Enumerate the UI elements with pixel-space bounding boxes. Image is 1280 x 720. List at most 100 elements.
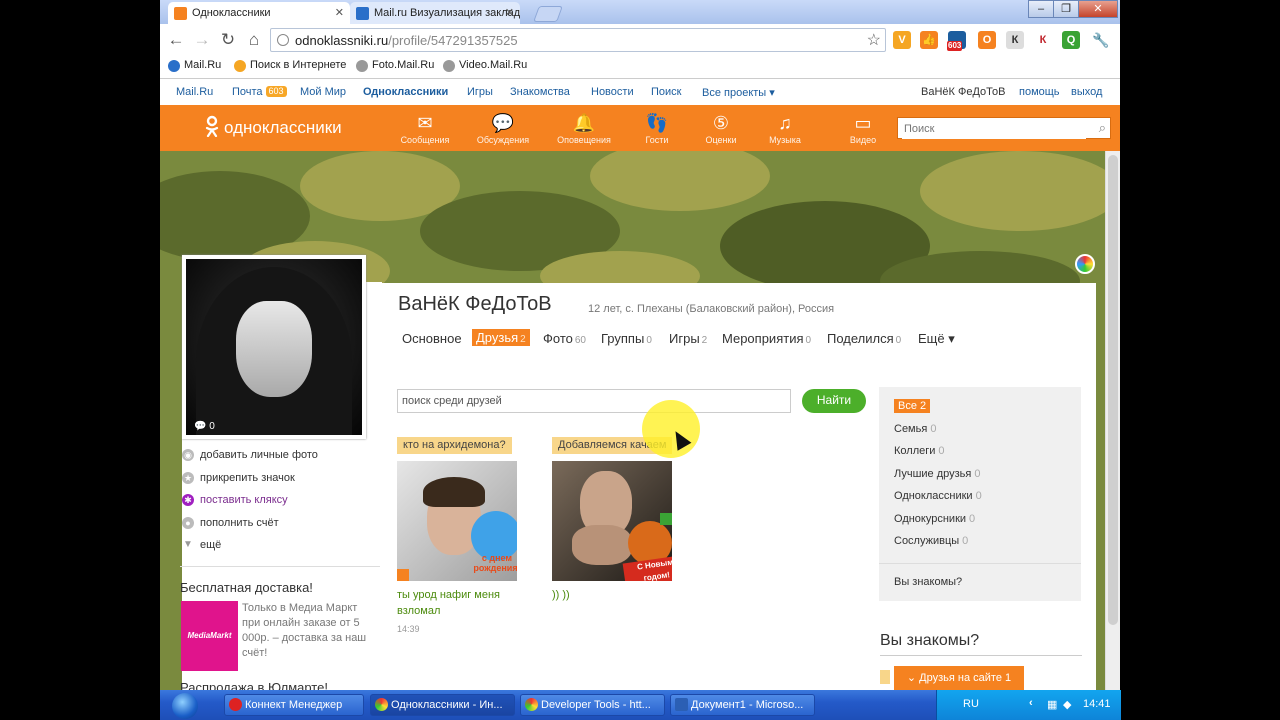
close-tab-icon[interactable]: ✕ <box>505 2 514 24</box>
maximize-button[interactable]: ❐ <box>1053 0 1079 18</box>
scrollbar[interactable] <box>1105 151 1120 690</box>
friends-online-button[interactable]: ⌄ Друзья на сайте 1 <box>894 666 1024 690</box>
friend-photo[interactable]: с днем рождения! <box>397 461 517 581</box>
ok-logo[interactable]: одноклассники <box>204 115 342 138</box>
bookmark-search[interactable]: Поиск в Интернете <box>234 59 346 72</box>
close-tab-icon[interactable]: ✕ <box>335 2 344 24</box>
extension-mail-icon[interactable]: 603 <box>947 31 966 51</box>
nav-messages[interactable]: ✉ Сообщения <box>395 111 455 145</box>
task-word[interactable]: Документ1 - Microso... <box>670 694 815 716</box>
extension-ok-icon[interactable]: О <box>978 31 996 49</box>
portal-help-link[interactable]: помощь <box>1019 86 1060 98</box>
envelope-icon: ✉ <box>417 113 433 133</box>
action-more[interactable]: ▼ ещё <box>182 539 221 551</box>
filter-colleagues[interactable]: Коллеги 0 <box>894 445 945 457</box>
new-tab-button[interactable] <box>533 6 563 22</box>
avatar[interactable]: 💬 0 <box>182 255 366 439</box>
avatar-comments[interactable]: 💬 0 <box>194 421 215 432</box>
extension-k-icon[interactable]: К <box>1006 31 1024 49</box>
portal-link-news[interactable]: Новости <box>591 86 634 98</box>
filter-classmates[interactable]: Одноклассники 0 <box>894 490 982 502</box>
scrollbar-thumb[interactable] <box>1108 155 1118 625</box>
nav-notifications[interactable]: 🔔 Оповещения <box>554 111 614 145</box>
action-blot[interactable]: ✱ поставить кляксу <box>182 494 288 506</box>
bookmark-video[interactable]: Video.Mail.Ru <box>443 59 527 72</box>
filter-family[interactable]: Семья 0 <box>894 423 936 435</box>
cover-color-picker-icon[interactable] <box>1075 254 1095 274</box>
nav-ratings[interactable]: ⑤ Оценки <box>691 111 751 145</box>
task-chrome-ok[interactable]: Одноклассники - Ин... <box>370 694 515 716</box>
address-bar[interactable]: odnoklassniki.ru/profile/547291357525 ☆ <box>270 28 886 52</box>
friend-photo[interactable]: С Новым годом! <box>552 461 672 581</box>
filter-all[interactable]: Все 2 <box>894 399 931 413</box>
bookmark-star-icon[interactable]: ☆ <box>867 30 881 50</box>
home-icon[interactable]: ⌂ <box>244 30 264 50</box>
extension-q-icon[interactable]: Q <box>1062 31 1080 49</box>
reload-icon[interactable]: ↻ <box>218 30 238 50</box>
bookmark-foto[interactable]: Foto.Mail.Ru <box>356 59 434 72</box>
filter-best-friends[interactable]: Лучшие друзья 0 <box>894 468 981 480</box>
wrench-icon[interactable]: 🔧 <box>1092 31 1110 49</box>
back-icon[interactable]: ← <box>166 30 186 50</box>
filter-coworkers[interactable]: Сослуживцы 0 <box>894 535 968 547</box>
action-add-photo[interactable]: ◉ добавить личные фото <box>182 449 318 461</box>
find-button[interactable]: Найти <box>802 389 866 413</box>
friends-search-input[interactable] <box>397 389 791 413</box>
nav-music[interactable]: ♫ Музыка <box>755 111 815 145</box>
extension-v-icon[interactable]: V <box>893 31 911 49</box>
nav-discussions[interactable]: 💬 Обсуждения <box>473 111 533 145</box>
portal-username[interactable]: ВаНёК ФеДоТоВ <box>921 86 1005 98</box>
portal-link-ok[interactable]: Одноклассники <box>363 86 448 98</box>
nav-label: Оценки <box>705 135 737 145</box>
portal-link-mail[interactable]: Почта 603 <box>232 86 287 98</box>
tab-photos[interactable]: Фото 60 <box>543 331 586 346</box>
start-button[interactable] <box>172 693 198 719</box>
friend-name-line-2[interactable]: взломал <box>397 603 440 619</box>
minimize-button[interactable]: – <box>1028 0 1054 18</box>
close-window-button[interactable]: ✕ <box>1078 0 1118 18</box>
forward-icon[interactable]: → <box>192 30 212 50</box>
portal-link-mailru[interactable]: Mail.Ru <box>176 86 213 98</box>
filter-know-link[interactable]: Вы знакомы? <box>894 576 962 588</box>
search-icon[interactable]: ⌕ <box>1099 120 1106 136</box>
tab-count: 0 <box>805 335 812 346</box>
portal-link-dating[interactable]: Знакомства <box>510 86 570 98</box>
extension-kaspersky-icon[interactable]: К <box>1034 31 1052 49</box>
action-attach-badge[interactable]: ★ прикрепить значок <box>182 472 295 484</box>
tab-groups[interactable]: Группы 0 <box>601 331 652 346</box>
bookmark-mailru[interactable]: Mail.Ru <box>168 59 221 72</box>
chevron-left-icon[interactable]: ‹ <box>1029 697 1033 709</box>
tab-events[interactable]: Мероприятия 0 <box>722 331 811 346</box>
promo-title-2[interactable]: Распродажа в Юлмарте! <box>180 680 328 690</box>
tab-shared[interactable]: Поделился 0 <box>827 331 901 346</box>
clock[interactable]: 14:41 <box>1083 698 1111 710</box>
portal-link-mymir[interactable]: Мой Мир <box>300 86 346 98</box>
play-icon[interactable] <box>880 670 890 684</box>
task-connect-manager[interactable]: Коннект Менеджер <box>224 694 364 716</box>
tab-mailru[interactable]: Mail.ru Визуализация заклад ✕ <box>350 2 520 24</box>
portal-link-search[interactable]: Поиск <box>651 86 681 98</box>
tab-games[interactable]: Игры 2 <box>669 331 707 346</box>
language-indicator[interactable]: RU <box>963 698 979 710</box>
promo-image[interactable]: MediaMarkt <box>181 601 238 671</box>
nav-video[interactable]: ▭ Видео <box>833 111 893 145</box>
promo-text[interactable]: Только в Медиа Маркт при онлайн заказе о… <box>242 601 372 661</box>
network-icon[interactable]: ▦ <box>1047 698 1057 711</box>
action-topup[interactable]: ● пополнить счёт <box>182 517 279 529</box>
tab-more[interactable]: Ещё ▾ <box>918 331 955 347</box>
extension-like-icon[interactable]: 👍 <box>920 31 938 49</box>
portal-logout-link[interactable]: выход <box>1071 86 1102 98</box>
nav-guests[interactable]: 👣 Гости <box>627 111 687 145</box>
friend-name-line-1[interactable]: )) )) <box>552 587 570 603</box>
promo-title[interactable]: Бесплатная доставка! <box>180 580 313 595</box>
volume-icon[interactable]: ◆ <box>1063 698 1071 711</box>
portal-link-all-projects[interactable]: Все проекты ▾ <box>702 86 775 99</box>
filter-coursemates[interactable]: Однокурсники 0 <box>894 513 975 525</box>
ok-search-input[interactable] <box>902 119 1086 139</box>
task-devtools[interactable]: Developer Tools - htt... <box>520 694 665 716</box>
friend-name-line-1[interactable]: ты урод нафиг меня <box>397 587 500 603</box>
portal-link-games[interactable]: Игры <box>467 86 493 98</box>
tab-odnoklassniki[interactable]: Одноклассники ✕ <box>168 2 350 24</box>
tab-main[interactable]: Основное <box>402 331 462 346</box>
tab-friends[interactable]: Друзья 2 <box>472 329 530 346</box>
